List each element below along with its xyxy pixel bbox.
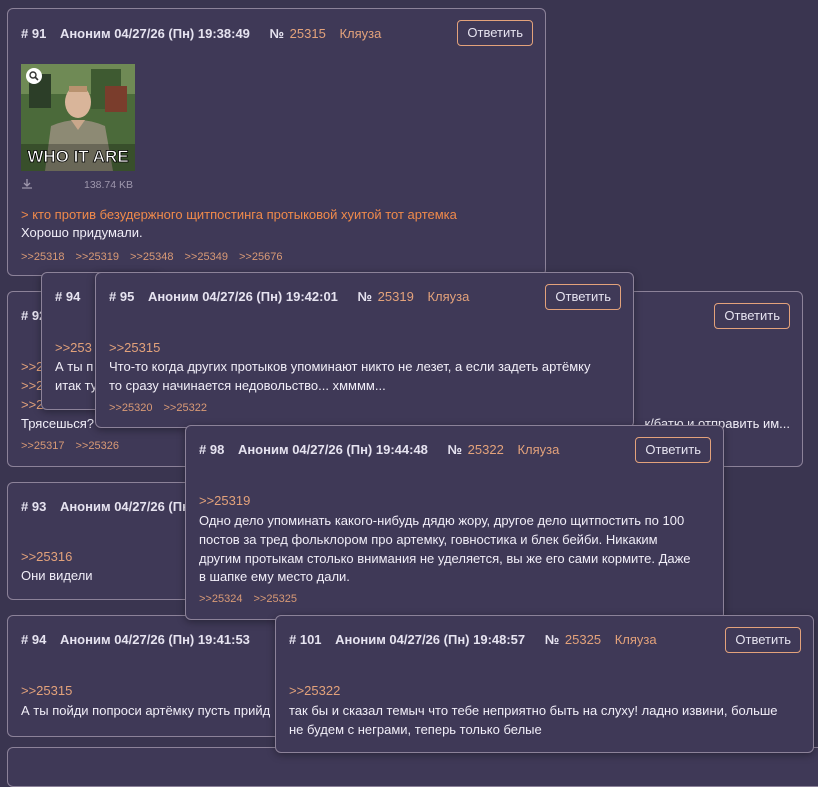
post-text: Хорошо придумали. (21, 225, 143, 240)
post-header: # 94 Аноним 04/27/26 (Пн) 19:41:53 (21, 632, 266, 647)
reply-link[interactable]: >>25326 (76, 440, 119, 452)
popup-post-101: # 101 Аноним 04/27/26 (Пн) 19:48:57 № 25… (275, 615, 814, 753)
quote-link[interactable]: >>25316 (21, 549, 72, 564)
post-author-date: Аноним 04/27/26 (Пн (59, 499, 190, 514)
popup-post-95: # 95 Аноним 04/27/26 (Пн) 19:42:01 № 253… (95, 272, 634, 428)
post-header: # 91 Аноним 04/27/26 (Пн) 19:38:49 № 253… (21, 26, 381, 41)
reply-button[interactable]: Ответить (545, 284, 621, 310)
reply-link[interactable]: >>25319 (76, 251, 119, 263)
post-header: # 101 Аноним 04/27/26 (Пн) 19:48:57 № 25… (289, 632, 657, 647)
post-id-label: № (269, 26, 285, 41)
post-author-date: Аноним 04/27/26 (Пн) 19:44:48 (237, 442, 428, 457)
post-tag: Кляуза (614, 632, 657, 647)
post-text: А ты пойди попроси артёмку пусть прийд (21, 703, 271, 718)
reply-button[interactable]: Ответить (457, 20, 533, 46)
reply-link[interactable]: >>25317 (21, 440, 64, 452)
post-text: то сразу начинается недовольство... хммм… (109, 378, 386, 393)
post-text: А ты п (55, 359, 94, 374)
post-number[interactable]: # 94 (21, 632, 46, 647)
post-tag: Кляуза (427, 289, 470, 304)
post-text: не будем с неграми, теперь только белые (289, 722, 542, 737)
reply-link[interactable]: >>25325 (254, 593, 297, 605)
post-author-date: Аноним 04/27/26 (Пн) 19:41:53 (59, 632, 250, 647)
post-id[interactable]: 25325 (565, 632, 601, 647)
post-author-date: Аноним 04/27/26 (Пн) 19:42:01 (147, 289, 338, 304)
post-next (7, 747, 818, 787)
reply-button[interactable]: Ответить (714, 303, 790, 329)
post-id[interactable]: 25319 (378, 289, 414, 304)
post-number[interactable]: # 98 (199, 442, 224, 457)
reply-link[interactable]: >>25318 (21, 251, 64, 263)
post-id-label: № (447, 442, 463, 457)
reply-button[interactable]: Ответить (725, 627, 801, 653)
post-replies: >>25317 >>25326 (21, 440, 127, 452)
greentext: > кто против безудержного щитпостинга пр… (21, 207, 457, 222)
post-image[interactable]: WHO IT ARE (21, 64, 135, 171)
post-number[interactable]: # 95 (109, 289, 134, 304)
post-id-label: № (544, 632, 560, 647)
quote-link[interactable]: >>253 (55, 340, 92, 355)
post-text: другим протыкам столько внимания не удел… (199, 551, 691, 566)
quote-link[interactable]: >>25322 (289, 683, 340, 698)
post-header: # 98 Аноним 04/27/26 (Пн) 19:44:48 № 253… (199, 442, 559, 457)
reply-link[interactable]: >>25676 (239, 251, 282, 263)
post-94: # 94 Аноним 04/27/26 (Пн) 19:41:53 >>253… (7, 615, 307, 737)
post-author-date: Аноним 04/27/26 (Пн) 19:38:49 (59, 26, 250, 41)
post-header: # 95 Аноним 04/27/26 (Пн) 19:42:01 № 253… (109, 289, 469, 304)
quote-link[interactable]: >>25319 (199, 493, 250, 508)
post-91: # 91 Аноним 04/27/26 (Пн) 19:38:49 № 253… (7, 8, 546, 276)
reply-link[interactable]: >>25324 (199, 593, 242, 605)
post-tag: Кляуза (517, 442, 560, 457)
post-number[interactable]: # 93 (21, 499, 46, 514)
quote-link[interactable]: >>25315 (109, 340, 160, 355)
post-text: итак ту (55, 378, 98, 393)
post-author-date: Аноним 04/27/26 (Пн) 19:48:57 (335, 632, 526, 647)
post-id[interactable]: 25315 (290, 26, 326, 41)
reply-button[interactable]: Ответить (635, 437, 711, 463)
popup-post-98: # 98 Аноним 04/27/26 (Пн) 19:44:48 № 253… (185, 425, 724, 620)
post-text: так бы и сказал темыч что тебе неприятно… (289, 703, 778, 718)
post-replies: >>25318 >>25319 >>25348 >>25349 >>25676 (21, 251, 290, 263)
reply-link[interactable]: >>25322 (164, 402, 207, 414)
reply-link[interactable]: >>25349 (185, 251, 228, 263)
post-header: # 94 (55, 289, 90, 304)
post-number[interactable]: # 94 (55, 289, 80, 304)
post-text: Трясешься? (21, 416, 95, 431)
reply-link[interactable]: >>25320 (109, 402, 152, 414)
image-caption: WHO IT ARE (27, 147, 128, 166)
reply-link[interactable]: >>25348 (130, 251, 173, 263)
file-size: 138.74 KB (84, 179, 134, 191)
post-header: # 93 Аноним 04/27/26 (Пн (21, 499, 206, 514)
post-text: постов за тред фольклором про артемку, г… (199, 532, 658, 547)
post-text: Они видели (21, 568, 93, 583)
quote-link[interactable]: >>25315 (21, 683, 72, 698)
download-icon[interactable] (21, 177, 33, 195)
post-number[interactable]: # 91 (21, 26, 46, 41)
post-id-label: № (357, 289, 373, 304)
post-number[interactable]: # 101 (289, 632, 322, 647)
post-text: Что-то когда других протыков упоминают н… (109, 359, 591, 374)
post-text: Одно дело упоминать какого-нибудь дядю ж… (199, 513, 685, 528)
post-id[interactable]: 25322 (468, 442, 504, 457)
post-tag: Кляуза (339, 26, 382, 41)
post-replies: >>25320 >>25322 (109, 402, 215, 414)
post-replies: >>25324 >>25325 (199, 593, 305, 605)
post-text: в шапке ему место дали. (199, 569, 350, 584)
